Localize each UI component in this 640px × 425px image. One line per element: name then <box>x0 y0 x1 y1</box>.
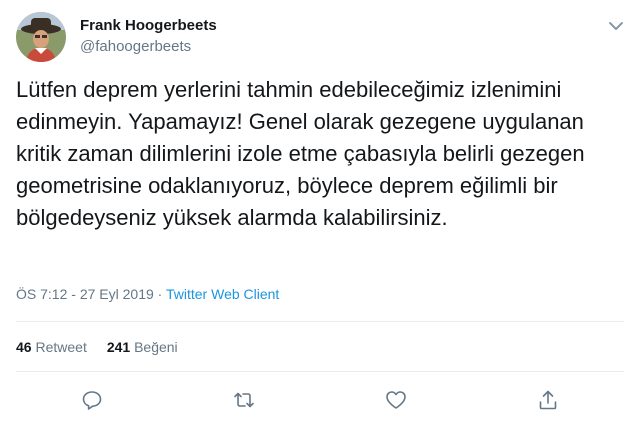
retweets-stat[interactable]: 46 Retweet <box>16 339 87 355</box>
user-info: Frank Hoogerbeets @fahoogerbeets <box>80 17 217 56</box>
tweet-metadata: ÖS 7:12 - 27 Eyl 2019 · Twitter Web Clie… <box>16 286 279 302</box>
reply-icon <box>82 391 102 410</box>
likes-count: 241 <box>106 339 131 355</box>
retweets-label: Retweet <box>35 339 87 355</box>
avatar-photo-icon <box>16 12 66 62</box>
retweets-count: 46 <box>16 339 32 355</box>
likes-label: Beğeni <box>134 339 178 355</box>
tweet-card: Frank Hoogerbeets @fahoogerbeets Lütfen … <box>0 0 640 425</box>
likes-stat[interactable]: 241 Beğeni <box>107 339 178 355</box>
tweet-stats: 46 Retweet 241 Beğeni <box>16 339 178 355</box>
tweet-time[interactable]: ÖS 7:12 <box>16 286 67 302</box>
divider <box>16 371 624 372</box>
tweet-date[interactable]: 27 Eyl 2019 <box>80 286 154 302</box>
divider <box>16 321 624 322</box>
tweet-text: Lütfen deprem yerlerini tahmin edebilece… <box>16 77 585 230</box>
share-icon <box>539 390 557 410</box>
retweet-icon <box>234 392 254 408</box>
like-button[interactable] <box>384 388 408 412</box>
date-source-separator: · <box>153 286 166 302</box>
time-date-separator: - <box>67 286 80 302</box>
display-name[interactable]: Frank Hoogerbeets <box>80 17 217 35</box>
share-button[interactable] <box>536 388 560 412</box>
heart-icon <box>386 391 406 409</box>
tweet-source-link[interactable]: Twitter Web Client <box>166 286 279 302</box>
reply-button[interactable] <box>80 388 104 412</box>
avatar[interactable] <box>16 12 66 62</box>
retweet-button[interactable] <box>232 388 256 412</box>
user-handle[interactable]: @fahoogerbeets <box>80 38 217 56</box>
tweet-actions <box>0 388 640 412</box>
more-options-chevron-down-icon[interactable] <box>606 16 626 36</box>
